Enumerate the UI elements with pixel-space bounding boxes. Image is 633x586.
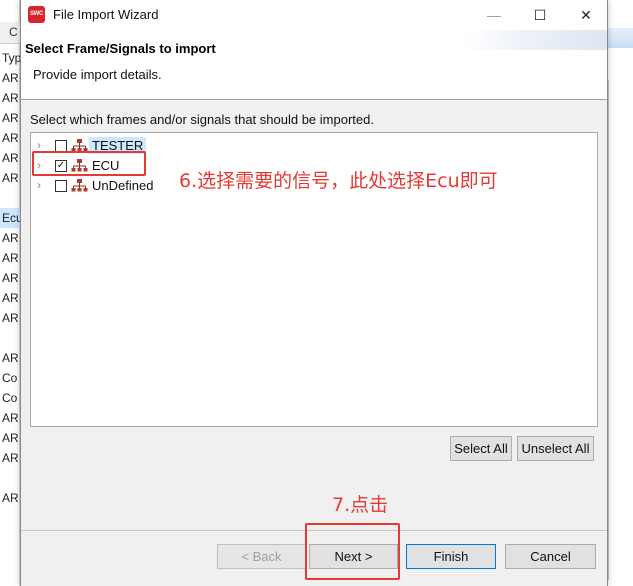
background-row: AR	[2, 111, 19, 125]
finish-button[interactable]: Finish	[406, 544, 496, 569]
background-row: AR	[2, 151, 19, 165]
window-title: File Import Wizard	[53, 7, 159, 22]
close-button[interactable]: ✕	[563, 0, 609, 30]
background-editor-tab	[608, 28, 633, 48]
annotation-step6-text: 6.选择需要的信号，此处选择Ecu即可	[179, 170, 498, 192]
background-row-selected: Ecu	[0, 208, 20, 228]
background-row: AR	[2, 431, 19, 445]
background-row: AR	[2, 71, 19, 85]
chevron-right-icon[interactable]: ›	[37, 178, 47, 192]
select-all-button[interactable]: Select All	[450, 436, 512, 461]
maximize-button[interactable]: ☐	[517, 0, 563, 30]
background-window-left: C Typ AR AR AR AR AR AR Ecu AR AR AR AR …	[0, 0, 20, 586]
annotation-highlight-ecu	[32, 151, 146, 176]
title-bar[interactable]: SWC File Import Wizard — ☐ ✕	[21, 0, 607, 30]
annotation-highlight-next	[305, 523, 400, 580]
background-row: Co	[2, 371, 18, 385]
tree-node-checkbox[interactable]	[55, 180, 67, 192]
background-row: AR	[2, 351, 19, 365]
network-node-icon	[71, 179, 88, 192]
unselect-all-button[interactable]: Unselect All	[517, 436, 594, 461]
background-row: AR	[2, 451, 19, 465]
tree-node-label[interactable]: UnDefined	[89, 177, 156, 194]
background-divider	[608, 80, 609, 580]
background-row: AR	[2, 411, 19, 425]
background-tab[interactable]: C	[0, 22, 20, 44]
background-row: AR	[2, 131, 19, 145]
swc-app-icon: SWC	[28, 6, 45, 23]
background-row: AR	[2, 291, 19, 305]
background-row: AR	[2, 311, 19, 325]
background-window-right	[607, 0, 633, 586]
header-banner-graphic	[467, 30, 607, 50]
file-import-wizard-dialog: SWC File Import Wizard — ☐ ✕ Select Fram…	[20, 0, 608, 586]
annotation-step7-text: 7.点击	[332, 494, 389, 516]
wizard-page-title: Select Frame/Signals to import	[25, 41, 216, 56]
background-row: Typ	[2, 51, 20, 65]
wizard-page-description: Provide import details.	[33, 67, 162, 82]
background-row: AR	[2, 171, 19, 185]
network-node-icon	[71, 139, 88, 152]
background-row: AR	[2, 271, 19, 285]
back-button[interactable]: < Back	[217, 544, 306, 569]
background-row: AR	[2, 491, 19, 505]
frames-section-label: Select which frames and/or signals that …	[30, 112, 374, 127]
minimize-button[interactable]: —	[471, 0, 517, 30]
background-row: AR	[2, 251, 19, 265]
background-row: Co	[2, 391, 18, 405]
cancel-button[interactable]: Cancel	[505, 544, 596, 569]
background-row: AR	[2, 231, 19, 245]
background-row: AR	[2, 91, 19, 105]
chevron-right-icon[interactable]: ›	[37, 138, 47, 152]
wizard-header: Select Frame/Signals to import Provide i…	[21, 30, 607, 100]
